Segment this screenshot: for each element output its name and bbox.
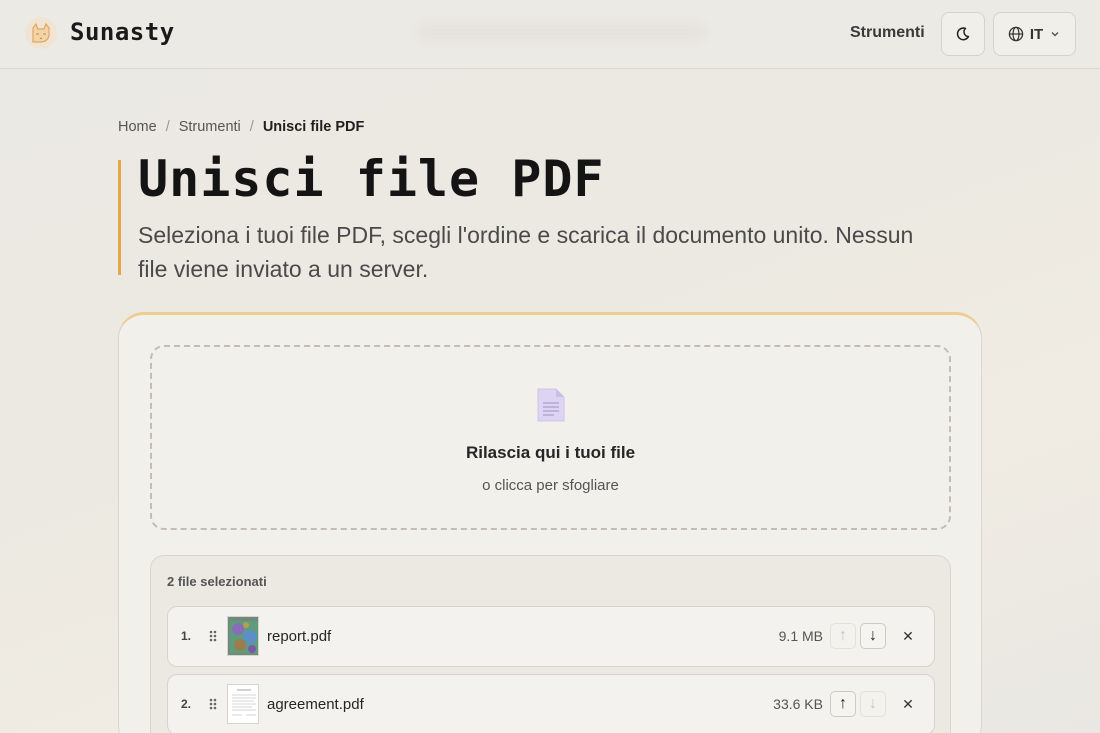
file-name: agreement.pdf — [267, 696, 364, 713]
file-row[interactable]: 2. agreement.pdf 33.6 KB ↑ ↓ ✕ — [167, 674, 935, 733]
image-page-thumbnail-icon — [228, 617, 258, 655]
file-dropzone[interactable]: Rilascia qui i tuoi file o clicca per sf… — [150, 345, 951, 530]
page-subtitle: Seleziona i tuoi file PDF, scegli l'ordi… — [138, 222, 914, 282]
file-size: 33.6 KB — [773, 696, 823, 712]
breadcrumb-home[interactable]: Home — [118, 119, 157, 135]
drag-handle-icon[interactable] — [208, 697, 218, 711]
text-page-thumbnail-icon — [228, 685, 258, 723]
drag-handle-icon[interactable] — [208, 629, 218, 643]
globe-icon — [1008, 26, 1024, 42]
file-thumbnail — [227, 684, 259, 724]
move-up-button[interactable]: ↑ — [830, 623, 856, 649]
document-icon — [537, 388, 565, 422]
breadcrumb-current: Unisci file PDF — [262, 119, 365, 135]
breadcrumb: Home / Strumenti / Unisci file PDF — [118, 119, 364, 135]
selected-files-panel: 2 file selezionati 1. report.pdf 9.1 MB … — [150, 555, 951, 733]
file-size: 9.1 MB — [778, 628, 823, 644]
remove-file-button[interactable]: ✕ — [896, 623, 920, 649]
page-header: Unisci file PDF Seleziona i tuoi file PD… — [118, 154, 948, 282]
chevron-down-icon — [1051, 32, 1059, 37]
file-index: 1. — [181, 629, 192, 643]
breadcrumb-tools[interactable]: Strumenti — [179, 119, 241, 135]
selected-count: 2 file selezionati — [167, 574, 267, 589]
breadcrumb-separator: / — [249, 119, 254, 135]
breadcrumb-separator: / — [165, 119, 170, 135]
search-placeholder-bar — [416, 22, 706, 42]
brand-name[interactable]: Sunasty — [70, 18, 175, 46]
dropzone-subtitle: o clicca per sfogliare — [482, 477, 619, 494]
cat-logo-icon[interactable] — [24, 16, 58, 50]
moon-icon — [956, 27, 970, 41]
theme-toggle-button[interactable] — [941, 12, 985, 56]
language-code: IT — [1029, 25, 1044, 43]
file-name: report.pdf — [267, 628, 332, 645]
nav-link-tools[interactable]: Strumenti — [850, 24, 925, 42]
move-down-button[interactable]: ↓ — [860, 691, 886, 717]
file-index: 2. — [181, 697, 192, 711]
file-thumbnail — [227, 616, 259, 656]
move-up-button[interactable]: ↑ — [830, 691, 856, 717]
top-navbar: Sunasty Strumenti IT — [0, 0, 1100, 69]
remove-file-button[interactable]: ✕ — [896, 691, 920, 717]
language-selector-button[interactable]: IT — [993, 12, 1076, 56]
merge-tool-card: Rilascia qui i tuoi file o clicca per sf… — [118, 312, 982, 733]
dropzone-title: Rilascia qui i tuoi file — [465, 443, 636, 462]
file-row[interactable]: 1. report.pdf 9.1 MB ↑ ↓ ✕ — [167, 606, 935, 667]
page-title: Unisci file PDF — [138, 150, 605, 208]
move-down-button[interactable]: ↓ — [860, 623, 886, 649]
